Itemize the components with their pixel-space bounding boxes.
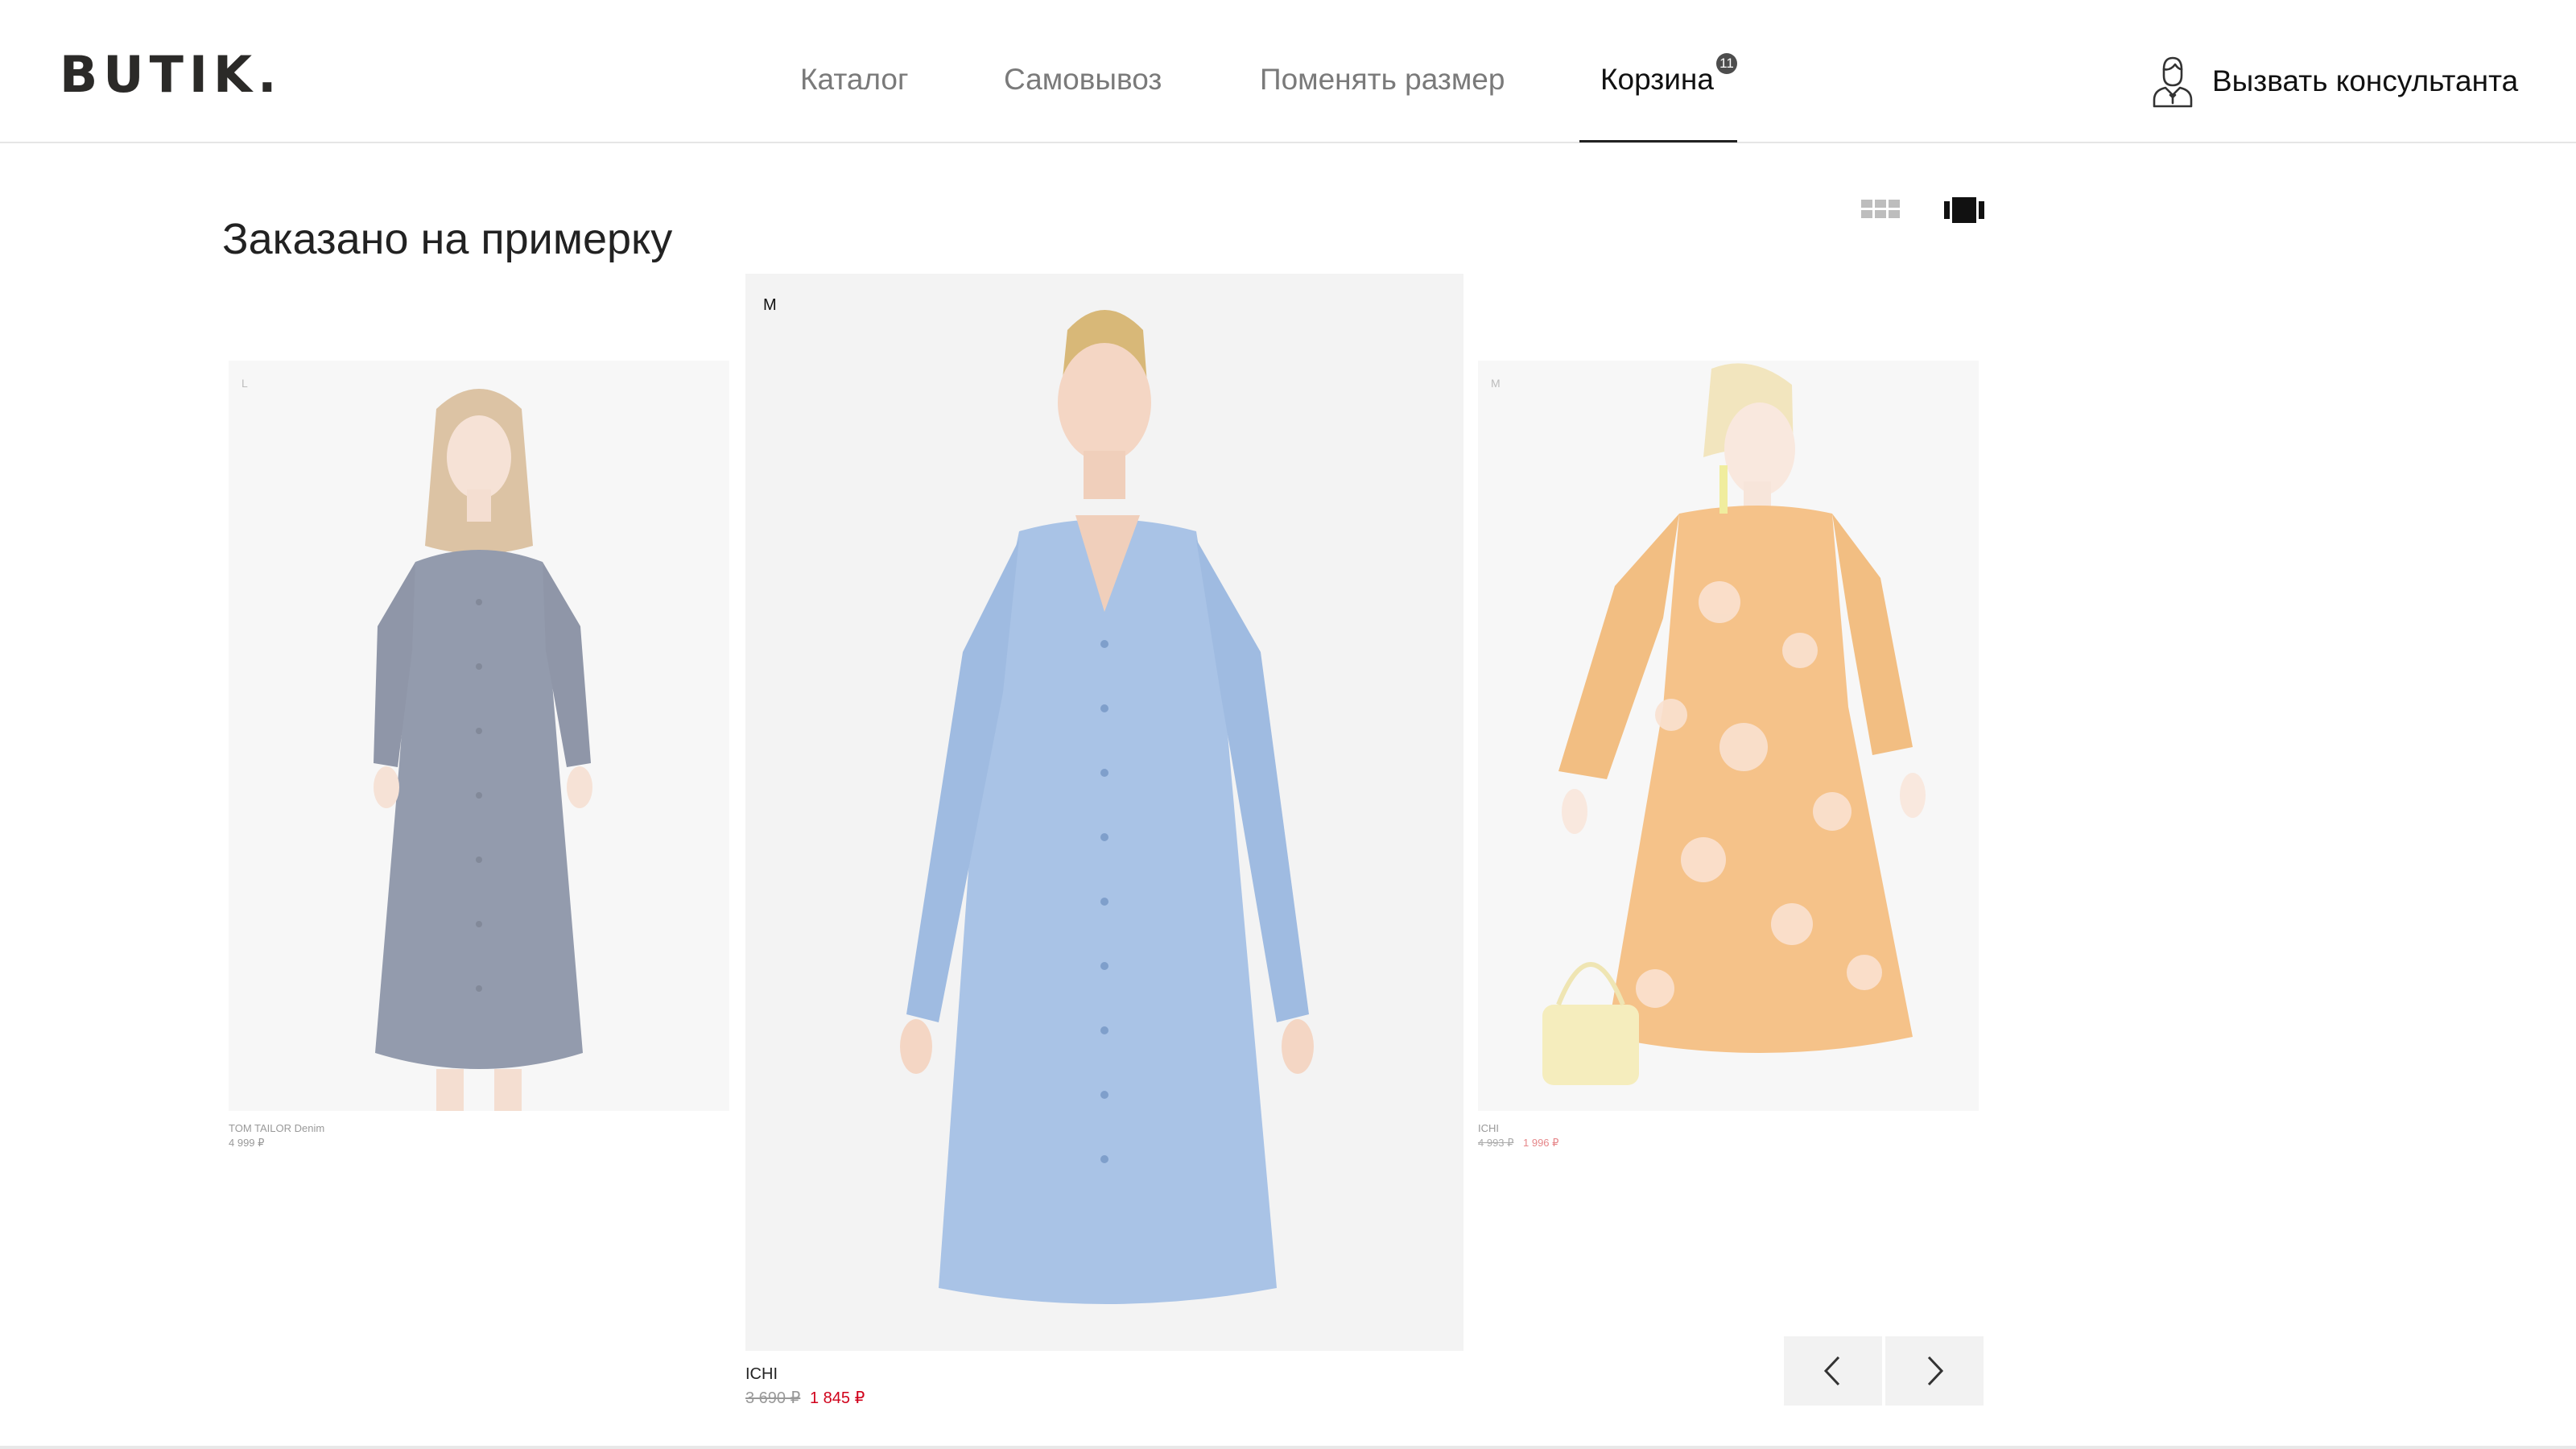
nav-pickup[interactable]: Самовывоз	[1004, 64, 1162, 94]
chevron-right-icon	[1927, 1356, 1944, 1386]
size-label: M	[763, 296, 777, 314]
brand-name: TOM TAILOR Denim	[229, 1122, 325, 1134]
chevron-left-icon	[1823, 1356, 1840, 1386]
size-label: L	[242, 377, 248, 390]
size-label: M	[1491, 377, 1501, 390]
dress-illustration	[1542, 363, 1926, 1085]
product-card-active[interactable]: M ICHI 3 690 ₽ 1 845 ₽	[745, 274, 1463, 1409]
product-photo[interactable]: M	[745, 274, 1463, 1351]
product-photo[interactable]: L	[229, 361, 729, 1111]
nav-change-size[interactable]: Поменять размер	[1260, 64, 1505, 94]
cart-count-badge: 11	[1716, 53, 1737, 74]
active-tab-indicator	[1579, 140, 1737, 142]
old-price: 4 993 ₽	[1478, 1137, 1514, 1149]
product-card[interactable]: L TOM TAILOR Denim 4 999 ₽	[229, 361, 729, 1150]
dress-illustration	[900, 310, 1314, 1304]
consultant-label: Вызвать консультанта	[2212, 64, 2519, 97]
carousel-view-icon[interactable]	[1943, 193, 1985, 227]
nav-catalog[interactable]: Каталог	[800, 64, 909, 94]
page-title: Заказано на примерку	[222, 215, 673, 264]
price: 4 999 ₽	[229, 1137, 265, 1149]
next-button[interactable]	[1885, 1336, 1984, 1406]
grid-view-icon[interactable]	[1860, 193, 1901, 227]
page-bottom-divider	[0, 1446, 2576, 1449]
sale-price: 1 996 ₽	[1523, 1137, 1559, 1149]
brand-name: ICHI	[745, 1365, 778, 1383]
product-card[interactable]: M ICHI 4 993 ₽ 1 996 ₽	[1478, 361, 1979, 1150]
product-photo[interactable]: M	[1478, 361, 1979, 1111]
old-price: 3 690 ₽	[745, 1389, 801, 1407]
dress-illustration	[374, 389, 592, 1111]
prev-button[interactable]	[1784, 1336, 1882, 1406]
sale-price: 1 845 ₽	[810, 1389, 865, 1407]
butik-logo[interactable]: BUTIK.	[60, 50, 283, 100]
top-bar: BUTIK. Каталог Самовывоз Поменять размер…	[0, 0, 2576, 143]
consultant-icon	[2153, 56, 2193, 108]
brand-name: ICHI	[1478, 1122, 1499, 1134]
nav-cart[interactable]: Корзина	[1600, 64, 1714, 94]
